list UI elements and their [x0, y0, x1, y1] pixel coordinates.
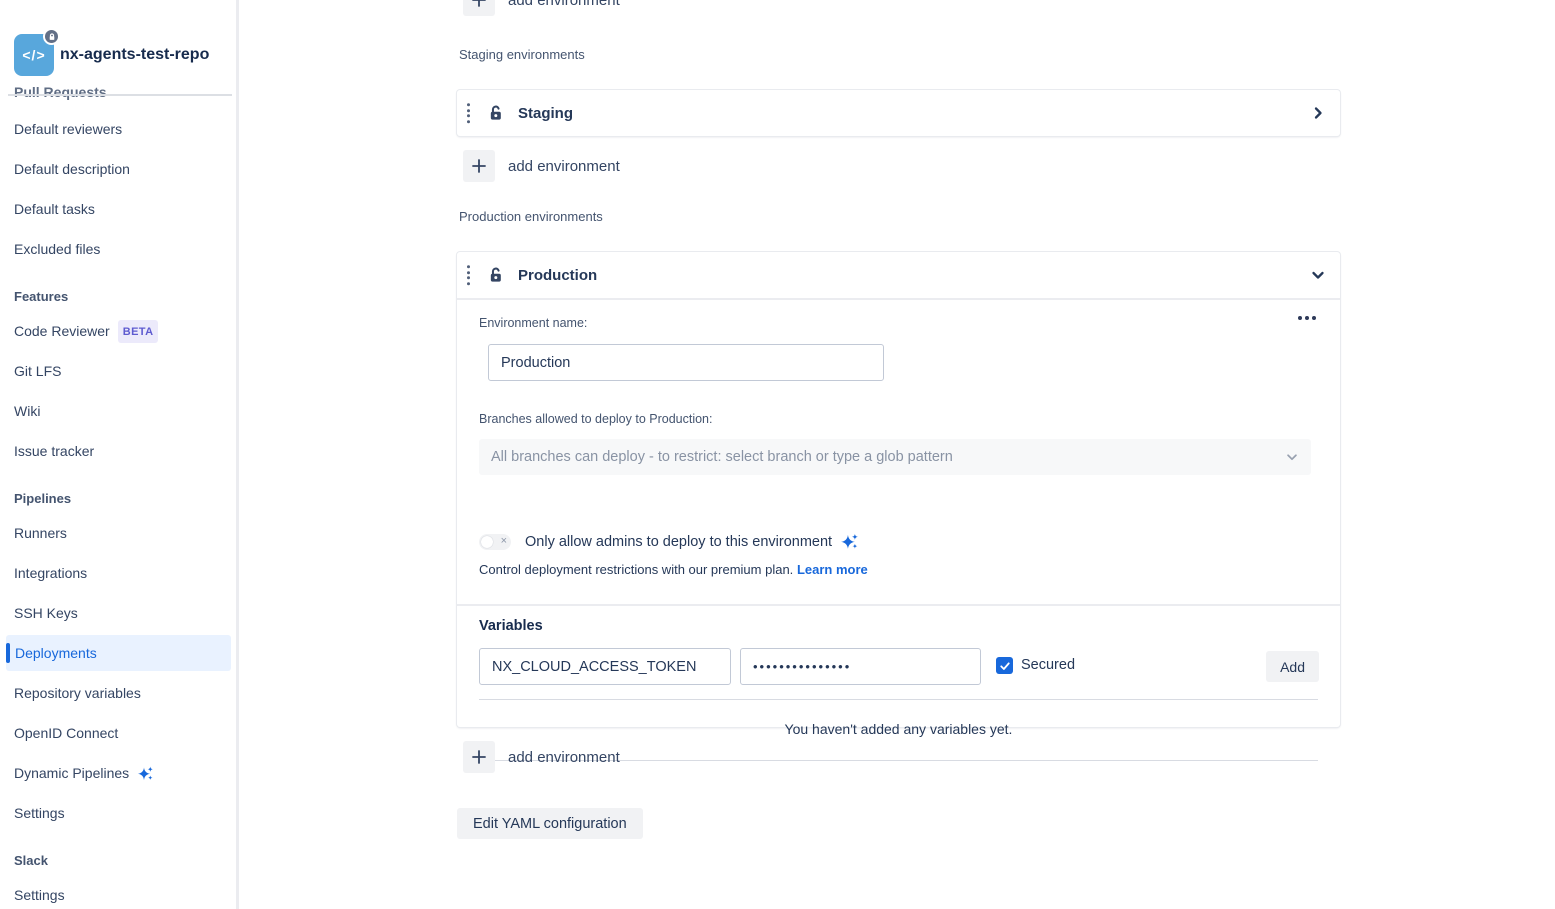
learn-more-link[interactable]: Learn more [797, 562, 868, 577]
staging-card-header[interactable]: Staging [457, 90, 1340, 136]
variable-name-input[interactable] [479, 648, 731, 685]
drag-handle-icon[interactable] [467, 103, 470, 123]
chevron-down-icon[interactable] [1310, 267, 1326, 283]
sidebar-item-integrations[interactable]: Integrations [14, 563, 87, 583]
repo-header: </> nx-agents-test-repo [14, 34, 209, 76]
add-environment-button-top[interactable]: add environment [463, 0, 620, 16]
premium-sparkle-icon [838, 533, 859, 550]
plus-icon [463, 741, 495, 773]
plus-icon [463, 150, 495, 182]
sidebar-item-excluded-files[interactable]: Excluded files [14, 239, 100, 259]
staging-section-label: Staging environments [459, 47, 585, 62]
chevron-right-icon[interactable] [1310, 105, 1326, 121]
sidebar-item-issue-tracker[interactable]: Issue tracker [14, 441, 94, 461]
environment-name-label: Environment name: [479, 316, 587, 330]
secured-label: Secured [1021, 657, 1075, 673]
production-card-title: Production [518, 267, 597, 284]
toggle-knob [481, 536, 493, 548]
sidebar-item-default-reviewers[interactable]: Default reviewers [14, 119, 122, 139]
chevron-down-icon [1285, 450, 1299, 464]
variables-section-divider [457, 604, 1340, 606]
add-environment-label: add environment [508, 158, 620, 175]
secured-checkbox[interactable] [996, 657, 1013, 674]
sidebar-item-deployments[interactable]: Deployments [6, 635, 231, 671]
unlocked-padlock-icon [487, 267, 504, 284]
environment-name-input[interactable] [488, 344, 884, 381]
sidebar-item-default-description[interactable]: Default description [14, 159, 130, 179]
sparkle-icon [135, 766, 154, 781]
edit-yaml-configuration-button[interactable]: Edit YAML configuration [457, 808, 643, 839]
sidebar-item-wiki[interactable]: Wiki [14, 401, 40, 421]
variable-value-input[interactable] [740, 648, 981, 685]
admins-only-toggle[interactable]: × [479, 534, 511, 550]
branch-restriction-select[interactable]: All branches can deploy - to restrict: s… [479, 439, 1311, 475]
variables-row-divider [479, 699, 1318, 700]
sidebar-item-dynamic-pipelines[interactable]: Dynamic Pipelines [14, 763, 154, 783]
sidebar-item-runners[interactable]: Runners [14, 523, 67, 543]
branches-allowed-label: Branches allowed to deploy to Production… [479, 412, 712, 426]
production-section-label: Production environments [459, 209, 603, 224]
repo-avatar[interactable]: </> [14, 34, 54, 76]
deployments-settings-main: add environment Staging environments Sta… [457, 0, 1355, 909]
variables-empty-text: You haven't added any variables yet. [457, 721, 1340, 737]
admins-only-toggle-row: × Only allow admins to deploy to this en… [479, 533, 859, 550]
sidebar-item-slack-settings[interactable]: Settings [14, 885, 65, 905]
code-icon: </> [22, 47, 45, 63]
check-icon [999, 660, 1011, 672]
production-environment-card: Production Environment name: Branches al… [457, 252, 1340, 727]
repo-name: nx-agents-test-repo [60, 46, 209, 64]
private-lock-badge-icon [43, 28, 60, 45]
more-options-icon[interactable] [1298, 316, 1316, 320]
add-variable-button[interactable]: Add [1266, 651, 1319, 682]
variables-heading: Variables [479, 618, 543, 634]
sidebar: </> nx-agents-test-repo Pull Requests De… [0, 0, 239, 909]
add-environment-label: add environment [508, 749, 620, 766]
branch-restriction-placeholder: All branches can deploy - to restrict: s… [491, 449, 1285, 465]
page: </> nx-agents-test-repo Pull Requests De… [0, 0, 1555, 909]
beta-badge: BETA [118, 320, 159, 343]
admins-only-toggle-label: Only allow admins to deploy to this envi… [525, 534, 832, 550]
add-environment-button-production[interactable]: add environment [463, 741, 620, 773]
sidebar-item-code-reviewer[interactable]: Code Reviewer BETA [14, 321, 158, 341]
premium-plan-note: Control deployment restrictions with our… [479, 562, 868, 577]
staging-environment-card: Staging [457, 90, 1340, 136]
sidebar-item-repository-variables[interactable]: Repository variables [14, 683, 141, 703]
sidebar-item-pull-requests[interactable]: Pull Requests [14, 84, 107, 100]
add-environment-label: add environment [508, 0, 620, 9]
sidebar-item-label: Dynamic Pipelines [14, 763, 129, 783]
premium-plan-text: Control deployment restrictions with our… [479, 562, 793, 577]
drag-handle-icon[interactable] [467, 265, 470, 285]
sidebar-divider [8, 94, 232, 96]
sidebar-item-label: Code Reviewer [14, 321, 110, 341]
sidebar-item-default-tasks[interactable]: Default tasks [14, 199, 95, 219]
add-environment-button-staging[interactable]: add environment [463, 150, 620, 182]
production-card-header[interactable]: Production [457, 252, 1340, 298]
staging-card-title: Staging [518, 105, 573, 122]
sidebar-item-openid-connect[interactable]: OpenID Connect [14, 723, 118, 743]
plus-icon [463, 0, 495, 16]
toggle-off-x-icon: × [501, 535, 507, 547]
sidebar-header-slack: Slack [14, 852, 48, 870]
unlocked-padlock-icon [487, 105, 504, 122]
sidebar-header-pipelines: Pipelines [14, 490, 71, 508]
production-card-body: Environment name: Branches allowed to de… [457, 298, 1340, 727]
sidebar-item-ssh-keys[interactable]: SSH Keys [14, 603, 78, 623]
sidebar-header-features: Features [14, 288, 68, 306]
sidebar-item-pipelines-settings[interactable]: Settings [14, 803, 65, 823]
sidebar-item-git-lfs[interactable]: Git LFS [14, 361, 61, 381]
